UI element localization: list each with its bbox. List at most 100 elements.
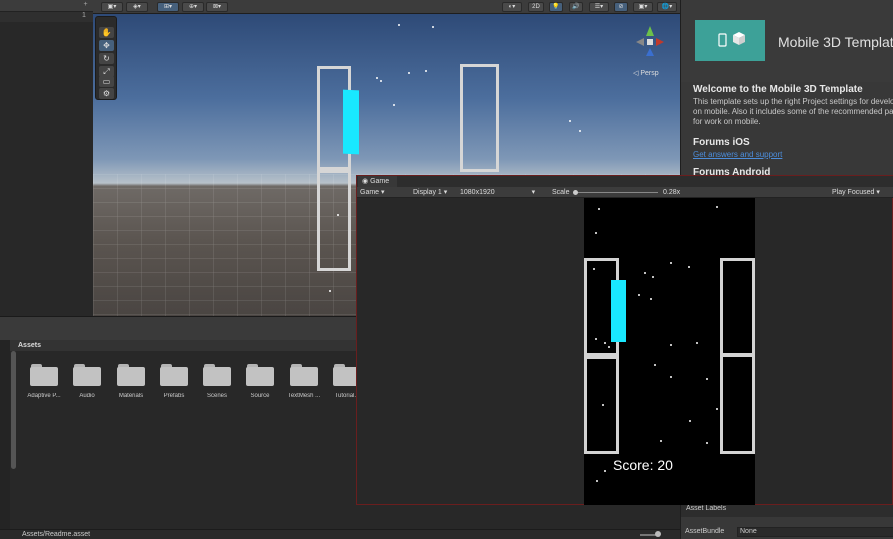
welcome-heading: Welcome to the Mobile 3D Template xyxy=(693,84,863,95)
folder-icon xyxy=(203,364,231,386)
star xyxy=(608,346,610,348)
project-folder-tree[interactable] xyxy=(0,340,10,529)
folder-label: Scenes xyxy=(206,393,227,399)
display-dropdown[interactable]: Display 1 ▾ xyxy=(413,187,447,198)
welcome-body: This template sets up the right Project … xyxy=(693,97,893,126)
folder-icon xyxy=(30,364,58,386)
folder-label: Source xyxy=(250,393,270,399)
audio-toggle-icon[interactable]: 🔊 xyxy=(569,2,583,12)
pipe-top-right[interactable] xyxy=(460,64,499,172)
game-toolbar: Game ▾ Display 1 ▾ 1080x1920 ▾ Scale 0.2… xyxy=(357,187,893,198)
folder-label: TextMesh ... xyxy=(287,393,321,399)
folder-icon xyxy=(160,364,188,386)
folder-item[interactable]: Materials xyxy=(111,364,151,399)
star xyxy=(604,342,606,344)
scene-toolbar: ▣▾ ◈▾ ⊞▾ ⊕▾ ⊠▾ ◐▾ 2D 💡 🔊 ☰▾ ⊘ ▣▾ 🌐▾ xyxy=(93,0,680,14)
hierarchy-row[interactable] xyxy=(0,12,93,22)
project-scrollbar[interactable] xyxy=(11,351,16,469)
transform-tools: ✋ ✥ ↻ ⤢ ▭ ⚙ xyxy=(95,16,117,100)
render-mode-button[interactable]: ◈▾ xyxy=(126,2,148,12)
folder-item[interactable]: Prefabs xyxy=(154,364,194,399)
game-view-dropdown[interactable]: Game ▾ xyxy=(360,187,385,198)
star xyxy=(670,344,672,346)
star xyxy=(716,206,718,208)
template-title: Mobile 3D Template xyxy=(778,34,893,50)
pipe-bottom-right xyxy=(720,354,755,454)
folder-icon xyxy=(117,364,145,386)
star xyxy=(716,408,718,410)
score-text: Score: 20 xyxy=(613,457,673,473)
forums-ios-link[interactable]: Get answers and support xyxy=(693,150,782,159)
star xyxy=(380,80,382,82)
game-tab-label: Game xyxy=(370,178,390,185)
tab-game[interactable]: ◉ Game xyxy=(358,176,397,187)
scale-slider-knob[interactable] xyxy=(573,190,578,195)
star xyxy=(579,130,581,132)
star xyxy=(595,338,597,340)
star xyxy=(688,266,690,268)
draw-mode-button[interactable]: ▣▾ xyxy=(101,2,123,12)
effects-button[interactable]: ☰▾ xyxy=(589,2,609,12)
pipe-bottom-left[interactable] xyxy=(317,170,351,271)
2d-toggle-button[interactable]: 2D xyxy=(528,2,544,12)
asset-labels-bar[interactable]: Asset Labels xyxy=(681,503,893,517)
rect-tool-icon[interactable]: ▭ xyxy=(99,76,114,87)
pivot-button[interactable]: ⊕▾ xyxy=(182,2,204,12)
grid-snap-button[interactable]: ⊞▾ xyxy=(157,2,179,12)
forums-ios-heading: Forums iOS xyxy=(693,137,750,148)
game-window: ◉ Game Game ▾ Display 1 ▾ 1080x1920 ▾ Sc… xyxy=(356,175,893,505)
folder-item[interactable]: TextMesh ... xyxy=(284,364,324,399)
folder-item[interactable]: Scenes xyxy=(197,364,237,399)
folder-item[interactable]: Audio xyxy=(67,364,107,399)
folder-icon xyxy=(73,364,101,386)
scale-slider[interactable] xyxy=(576,192,658,193)
game-tabbar: ◉ Game xyxy=(357,176,893,187)
asset-bundle-row: AssetBundle None xyxy=(681,527,893,539)
resolution-dropdown[interactable]: 1080x1920 ▾ xyxy=(460,187,535,198)
player-bird[interactable] xyxy=(343,89,359,155)
lighting-toggle-icon[interactable]: 💡 xyxy=(549,2,563,12)
star xyxy=(398,24,400,26)
star xyxy=(644,272,646,274)
hierarchy-lock-icon[interactable]: + xyxy=(80,1,91,11)
star xyxy=(598,208,600,210)
folder-label: Materials xyxy=(118,393,144,399)
star xyxy=(425,70,427,72)
star xyxy=(660,440,662,442)
star xyxy=(689,420,691,422)
star xyxy=(706,442,708,444)
star xyxy=(652,276,654,278)
star xyxy=(654,364,656,366)
gizmos-button[interactable]: 🌐▾ xyxy=(657,2,677,12)
folder-label: Audio xyxy=(79,393,95,399)
star xyxy=(376,77,378,79)
hidden-objects-icon[interactable]: ⊘ xyxy=(614,2,628,12)
play-mode-dropdown[interactable]: Play Focused ▾ xyxy=(832,187,880,198)
icon-size-slider-knob[interactable] xyxy=(655,531,661,537)
star xyxy=(393,104,395,106)
selected-asset-path[interactable]: Assets/Readme.asset xyxy=(22,531,90,538)
persp-label[interactable]: ◁ Persp xyxy=(633,69,659,77)
star xyxy=(595,232,597,234)
shading-button[interactable]: ◐▾ xyxy=(502,2,522,12)
folder-item[interactable]: Source xyxy=(240,364,280,399)
hierarchy-count: 1 xyxy=(82,12,86,19)
star xyxy=(638,294,640,296)
template-logo xyxy=(695,20,765,61)
star xyxy=(670,262,672,264)
rotate-tool-icon[interactable]: ↻ xyxy=(99,53,114,64)
snap-settings-button[interactable]: ⊠▾ xyxy=(206,2,228,12)
camera-button[interactable]: ▣▾ xyxy=(633,2,653,12)
star xyxy=(408,72,410,74)
folder-icon xyxy=(246,364,274,386)
asset-bundle-dropdown[interactable]: None xyxy=(737,527,893,537)
hand-tool-icon[interactable]: ✋ xyxy=(99,27,114,38)
star xyxy=(329,290,331,292)
star xyxy=(706,378,708,380)
scale-label: Scale xyxy=(552,189,570,196)
folder-item[interactable]: Adaptive P... xyxy=(24,364,64,399)
move-tool-icon[interactable]: ✥ xyxy=(99,40,114,51)
star xyxy=(569,120,571,122)
game-viewport[interactable]: Score: 20 xyxy=(584,198,755,505)
custom-tool-icon[interactable]: ⚙ xyxy=(99,88,114,99)
